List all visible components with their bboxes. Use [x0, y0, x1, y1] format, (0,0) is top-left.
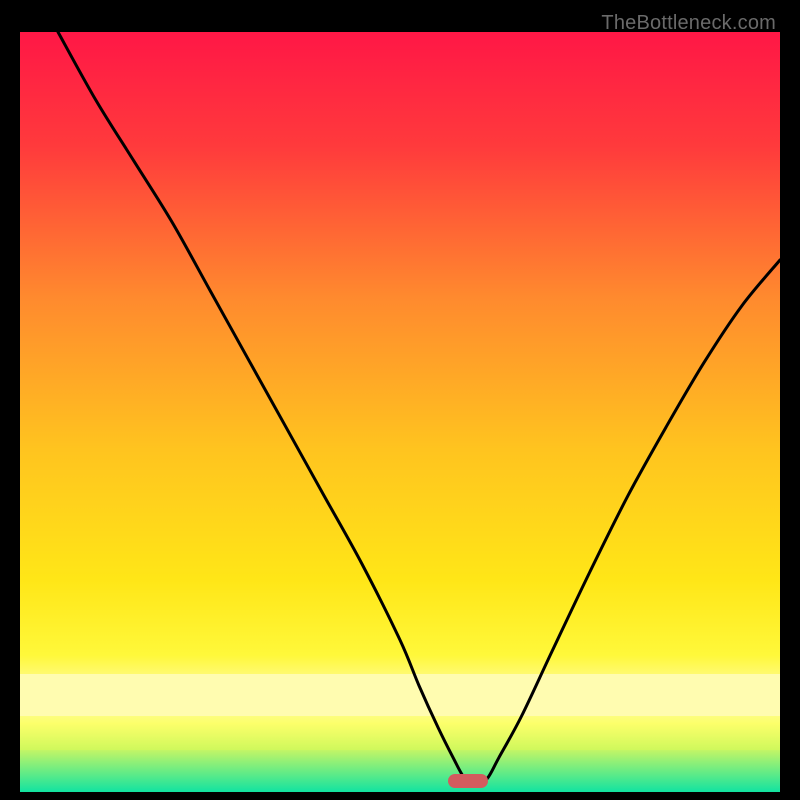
chart-frame: TheBottleneck.com — [10, 10, 790, 790]
plot-area — [20, 32, 780, 792]
optimal-marker — [448, 774, 488, 788]
bottleneck-curve — [20, 32, 780, 792]
